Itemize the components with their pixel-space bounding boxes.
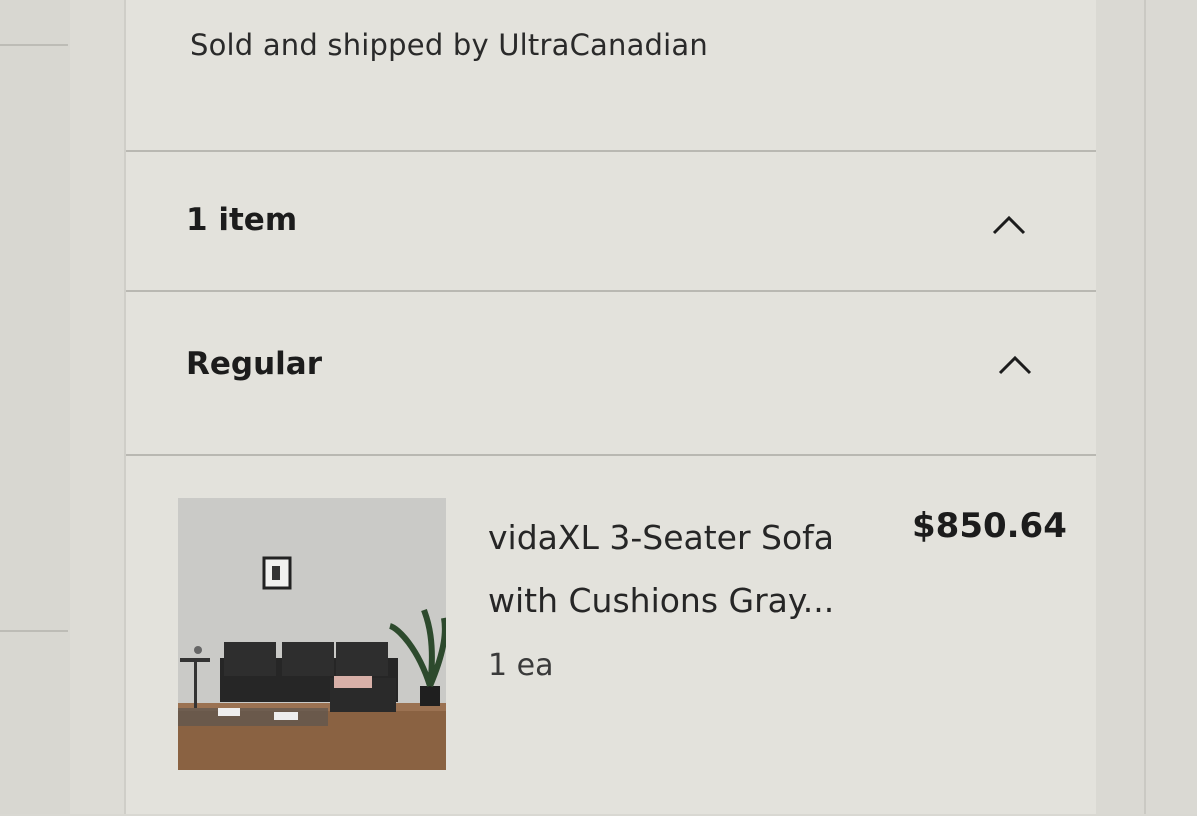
seller-info: Sold and shipped by UltraCanadian	[190, 28, 708, 62]
product-quantity: 1 ea	[488, 648, 554, 683]
sidebar-divider	[0, 44, 68, 46]
chevron-up-icon[interactable]	[998, 354, 1032, 376]
right-edge	[1096, 0, 1197, 814]
product-title[interactable]: vidaXL 3-Seater Sofa with Cushions Gray.…	[488, 506, 868, 632]
order-panel: Sold and shipped by UltraCanadian 1 item…	[124, 0, 1098, 814]
shipping-section-header[interactable]: Regular	[126, 290, 1096, 456]
items-count-label: 1 item	[186, 202, 298, 238]
left-sidebar-edge	[0, 0, 72, 814]
product-price: $850.64	[912, 506, 1067, 546]
items-section-header[interactable]: 1 item	[126, 150, 1096, 292]
chevron-up-icon[interactable]	[992, 214, 1026, 236]
gutter	[70, 0, 124, 814]
sofa-product-photo	[178, 498, 446, 770]
right-divider	[1144, 0, 1146, 814]
sidebar-divider	[0, 630, 68, 632]
shipping-method-label: Regular	[186, 346, 322, 382]
product-image[interactable]	[178, 498, 446, 770]
